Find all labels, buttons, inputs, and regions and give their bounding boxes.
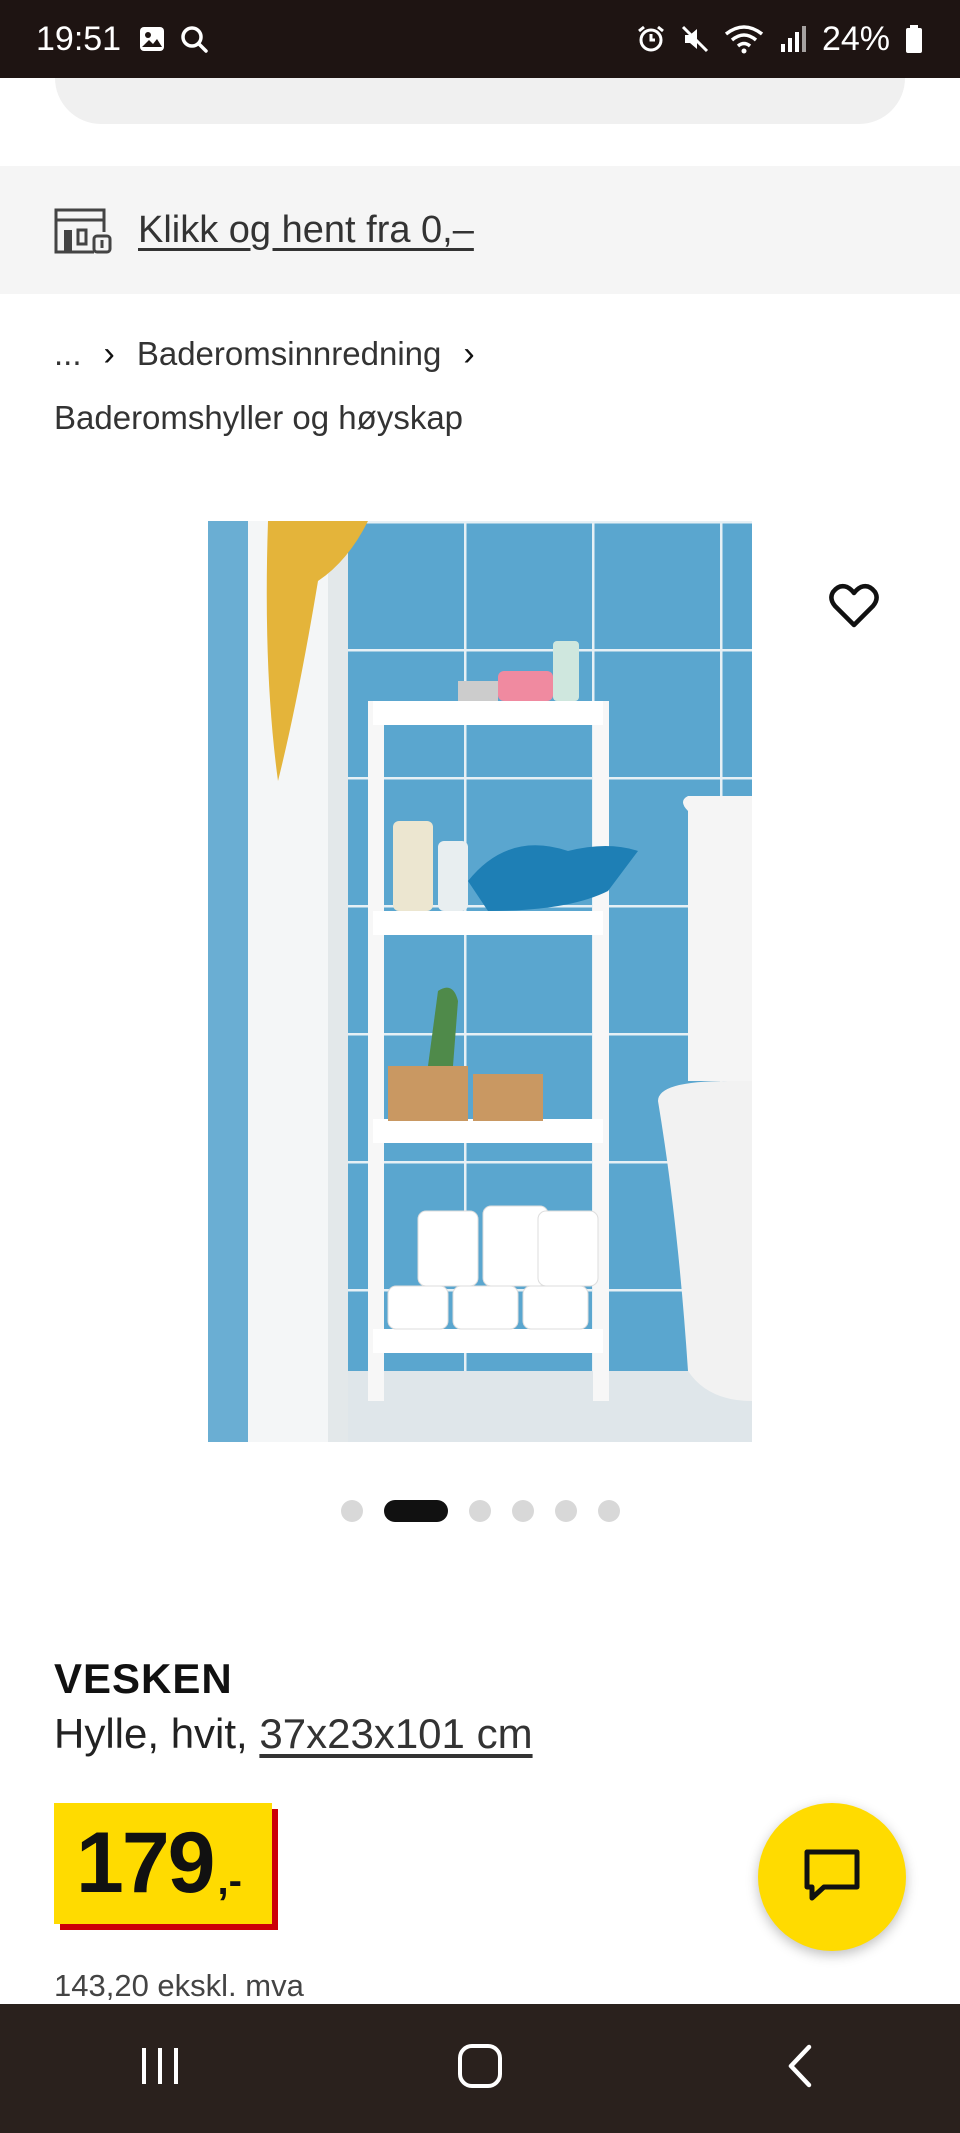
product-name: VESKEN <box>54 1655 233 1702</box>
battery-icon <box>904 24 924 54</box>
click-collect-banner[interactable]: Klikk og hent fra 0,– <box>0 166 960 294</box>
breadcrumb-level2[interactable]: Baderomshyller og høyskap <box>54 386 463 450</box>
product-type: Hylle, hvit, <box>54 1710 260 1757</box>
price-suffix: ,- <box>217 1859 242 1903</box>
search-bar-remnant[interactable] <box>55 78 905 124</box>
price-excl-vat: 143,20 ekskl. mva <box>54 1968 304 2003</box>
carousel-dot[interactable] <box>511 1500 534 1522</box>
breadcrumb-ellipsis[interactable]: ... <box>54 322 82 386</box>
carousel-dot[interactable] <box>554 1500 577 1522</box>
price-tag: 179 ,- <box>54 1803 272 1924</box>
store-icon <box>54 206 114 254</box>
recent-apps-icon <box>138 2044 182 2093</box>
recent-apps-button[interactable] <box>100 2029 220 2109</box>
battery-percentage: 24% <box>821 19 890 58</box>
mute-icon <box>680 24 710 54</box>
breadcrumb: ... › Baderomsinnredning › Baderomshylle… <box>54 322 914 450</box>
favorite-button[interactable] <box>826 580 882 636</box>
home-icon <box>457 2043 503 2094</box>
chevron-right-icon: › <box>103 335 115 373</box>
carousel-dot[interactable] <box>383 1500 448 1522</box>
chevron-right-icon: › <box>463 335 475 373</box>
carousel-dot[interactable] <box>468 1500 491 1522</box>
alarm-icon <box>636 24 666 54</box>
chat-button[interactable] <box>758 1803 906 1951</box>
wifi-icon <box>724 24 764 54</box>
carousel-dot[interactable] <box>597 1500 620 1522</box>
click-collect-link[interactable]: Klikk og hent fra 0,– <box>138 209 474 252</box>
signal-icon <box>778 24 808 54</box>
back-button[interactable] <box>740 2029 860 2109</box>
product-image[interactable] <box>208 521 752 1442</box>
product-dimensions-link[interactable]: 37x23x101 cm <box>259 1710 532 1757</box>
product-description: Hylle, hvit, 37x23x101 cm <box>54 1710 533 1758</box>
home-button[interactable] <box>420 2029 540 2109</box>
status-bar: 19:51 24% <box>0 0 960 78</box>
back-icon <box>783 2043 817 2094</box>
heart-icon <box>829 583 879 634</box>
breadcrumb-level1[interactable]: Baderomsinnredning <box>137 322 442 386</box>
status-time: 19:51 <box>36 19 122 58</box>
image-carousel-indicators <box>0 1500 960 1522</box>
search-icon <box>179 24 209 54</box>
gallery-icon <box>137 24 167 54</box>
price-value: 179 <box>76 1815 215 1911</box>
carousel-dot[interactable] <box>340 1500 363 1522</box>
system-navigation-bar <box>0 2004 960 2133</box>
chat-icon <box>802 1847 862 1908</box>
